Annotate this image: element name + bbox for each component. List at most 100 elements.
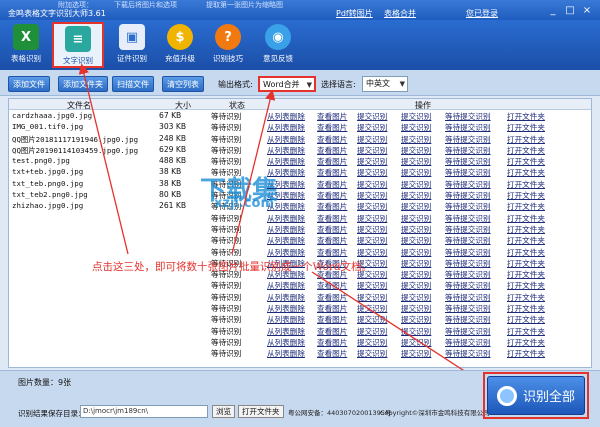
file-list[interactable]: 文件名 大小 状态 操作 cardzhaaa.jpg0.jpg 67 KB 等待识别…: [8, 98, 592, 368]
table-row[interactable]: QQ图片20190114103459.jpg0.jpg 629 KB 等待识别 从列表…: [9, 144, 591, 155]
table-row[interactable]: 等待识别 从列表删除 查看图片 提交识别 提交识别 等待提交识别 打开文件夹: [9, 347, 591, 358]
chevron-down-icon: ▼: [306, 81, 312, 89]
logged-in-link[interactable]: 您已登录: [466, 8, 498, 19]
recognize-all-label: 识别全部: [522, 390, 575, 405]
maximize-button[interactable]: □: [563, 4, 577, 18]
table-row[interactable]: 等待识别 从列表删除 查看图片 提交识别 提交识别 等待提交识别 打开文件夹: [9, 325, 591, 336]
magnifier-icon: [496, 385, 517, 406]
table-row[interactable]: 等待识别 从列表删除 查看图片 提交识别 提交识别 等待提交识别 打开文件夹: [9, 246, 591, 257]
copyright: Copyright©深圳市金鸣科技有限公司: [380, 409, 490, 417]
recharge-button[interactable]: $ 充值升级: [160, 22, 200, 68]
feedback-icon: ◉: [265, 24, 291, 50]
ribbon-label: 表格识别: [11, 54, 41, 63]
table-row[interactable]: 等待识别 从列表删除 查看图片 提交识别 提交识别 等待提交识别 打开文件夹: [9, 336, 591, 347]
option-checkbox-1[interactable]: 下载后将图片和选项: [114, 0, 177, 10]
language-value: 中英文: [366, 79, 390, 88]
table-row[interactable]: txt+teb.jpg0.jpg 38 KB 等待识别 从列表删除 查看图片 提交识别 提交…: [9, 166, 591, 177]
table-row[interactable]: 等待识别 从列表删除 查看图片 提交识别 提交识别 等待提交识别 打开文件夹: [9, 234, 591, 245]
file-name: IMG_001.tif0.jpg: [12, 122, 84, 132]
recognize-all-highlight: 识别全部: [483, 372, 589, 419]
table-recognition-button[interactable]: X 表格识别: [6, 22, 46, 68]
table-row[interactable]: QQ图片20181117191946.jpg0.jpg 248 KB 等待识别 从列表…: [9, 133, 591, 144]
file-name: txt_teb.png0.jpg: [12, 178, 84, 188]
id-card-icon: ▣: [119, 24, 145, 50]
submit-recognition-link-2[interactable]: 提交识别: [401, 348, 431, 359]
file-name: txt_teb2.png0.jpg: [12, 190, 88, 200]
ribbon-label: 意见反馈: [263, 54, 293, 63]
submit-recognition-link[interactable]: 提交识别: [357, 348, 387, 359]
text-recognition-button[interactable]: ≡ 文字识别: [52, 22, 104, 68]
file-size: 38 KB: [159, 167, 182, 177]
table-row[interactable]: 等待识别 从列表删除 查看图片 提交识别 提交识别 等待提交识别 打开文件夹: [9, 212, 591, 223]
output-format-label: 输出格式:: [218, 80, 253, 89]
file-size: 38 KB: [159, 178, 182, 188]
file-size: 629 KB: [159, 144, 187, 154]
file-size: 67 KB: [159, 111, 182, 120]
recognize-all-button[interactable]: 识别全部: [487, 376, 585, 415]
id-recognition-button[interactable]: ▣ 证件识别: [112, 22, 152, 68]
grid-rows: cardzhaaa.jpg0.jpg 67 KB 等待识别 从列表删除 查看图片 提交识别…: [9, 110, 591, 359]
document-icon: ≡: [65, 26, 91, 52]
feedback-button[interactable]: ◉ 意见反馈: [258, 22, 298, 68]
language-select[interactable]: 中英文 ▼: [362, 76, 408, 92]
watermark-url: xzji.com: [214, 196, 274, 211]
table-row[interactable]: 等待识别 从列表删除 查看图片 提交识别 提交识别 等待提交识别 打开文件夹: [9, 279, 591, 290]
file-size: 488 KB: [159, 156, 187, 166]
open-folder-button[interactable]: 打开文件夹: [238, 405, 284, 418]
add-file-button[interactable]: 添加文件: [8, 76, 50, 92]
file-name: test.png0.jpg: [12, 156, 70, 166]
file-name: cardzhaaa.jpg0.jpg: [12, 111, 93, 120]
clear-list-button[interactable]: 清空列表: [162, 76, 204, 92]
file-name: txt+teb.jpg0.jpg: [12, 167, 84, 177]
table-row[interactable]: test.png0.jpg 488 KB 等待识别 从列表删除 查看图片 提交识别 提交识别…: [9, 155, 591, 166]
table-row[interactable]: IMG_001.tif0.jpg 303 KB 等待识别 从列表删除 查看图片 提交识别提…: [9, 121, 591, 132]
remove-from-list-link[interactable]: 从列表删除: [267, 348, 305, 359]
chevron-down-icon: ▼: [399, 80, 405, 88]
pdf-to-image-link[interactable]: Pdf转图片: [336, 8, 373, 19]
coin-icon: $: [167, 24, 193, 50]
ribbon-label: 充值升级: [165, 54, 195, 63]
ribbon-label: 文字识别: [63, 56, 93, 65]
output-format-select[interactable]: Word合并 ▼: [258, 76, 316, 92]
file-size: 248 KB: [159, 133, 187, 143]
ribbon: X 表格识别 ≡ 文字识别 ▣ 证件识别 $ 充值升级 ? 识别技巧 ◉ 意见反…: [0, 20, 600, 70]
table-row[interactable]: 等待识别 从列表删除 查看图片 提交识别 提交识别 等待提交识别 打开文件夹: [9, 302, 591, 313]
table-row[interactable]: zhizhao.jpg0.jpg 261 KB 等待识别 从列表删除 查看图片 提交识别提…: [9, 200, 591, 211]
annotation-text: 点击这三处，即可将数十张图片批量识别成一个Word文档。: [92, 261, 373, 273]
minimize-button[interactable]: _: [546, 4, 560, 18]
view-image-link[interactable]: 查看图片: [317, 348, 347, 359]
file-size: 303 KB: [159, 122, 187, 132]
tips-button[interactable]: ? 识别技巧: [208, 22, 248, 68]
window-title: 金鸣表格文字识别大师3.61: [8, 9, 106, 18]
table-row[interactable]: txt_teb.png0.jpg 38 KB 等待识别 从列表删除 查看图片 提交识别 提交…: [9, 178, 591, 189]
browse-button[interactable]: 浏览: [212, 405, 235, 418]
output-format-value: Word合并: [263, 80, 300, 89]
table-row[interactable]: 等待识别 从列表删除 查看图片 提交识别 提交识别 等待提交识别 打开文件夹: [9, 313, 591, 324]
file-status: 等待识别: [211, 349, 242, 359]
toolbar: 添加文件 添加文件夹 扫描文件 清空列表 输出格式: Word合并 ▼ 选择语言…: [0, 70, 600, 96]
table-row[interactable]: 等待识别 从列表删除 查看图片 提交识别 提交识别 等待提交识别 打开文件夹: [9, 291, 591, 302]
question-icon: ?: [215, 24, 241, 50]
scan-file-button[interactable]: 扫描文件: [112, 76, 154, 92]
save-dir-input[interactable]: D:\jmocr\jm189cn\: [80, 405, 208, 418]
excel-icon: X: [13, 24, 39, 50]
add-folder-button[interactable]: 添加文件夹: [58, 76, 108, 92]
record-number: 粤公网安备：44030702001395号: [288, 409, 392, 417]
close-button[interactable]: ×: [580, 4, 594, 18]
save-dir-label: 识别结果保存目录：: [18, 409, 86, 418]
table-row[interactable]: txt_teb2.png0.jpg 80 KB 等待识别 从列表删除 查看图片 提交识别提…: [9, 189, 591, 200]
image-count: 图片数量：9张: [18, 378, 72, 387]
title-bar: 附加选项： 下载后将图片和选项 提取第一张图片为缩略图 金鸣表格文字识别大师3.…: [0, 0, 600, 20]
file-size: 261 KB: [159, 201, 187, 211]
option-checkbox-2[interactable]: 提取第一张图片为缩略图: [206, 0, 283, 10]
open-folder-link[interactable]: 打开文件夹: [507, 348, 545, 359]
file-name: zhizhao.jpg0.jpg: [12, 201, 84, 211]
grid-header: 文件名 大小 状态 操作: [9, 99, 591, 110]
language-label: 选择语言:: [321, 80, 356, 89]
table-merge-link[interactable]: 表格合并: [384, 8, 416, 19]
ribbon-label: 证件识别: [117, 54, 147, 63]
ribbon-label: 识别技巧: [213, 54, 243, 63]
table-row[interactable]: cardzhaaa.jpg0.jpg 67 KB 等待识别 从列表删除 查看图片 提交识别…: [9, 110, 591, 121]
table-row[interactable]: 等待识别 从列表删除 查看图片 提交识别 提交识别 等待提交识别 打开文件夹: [9, 223, 591, 234]
wait-submit-link[interactable]: 等待提交识别: [445, 348, 491, 359]
